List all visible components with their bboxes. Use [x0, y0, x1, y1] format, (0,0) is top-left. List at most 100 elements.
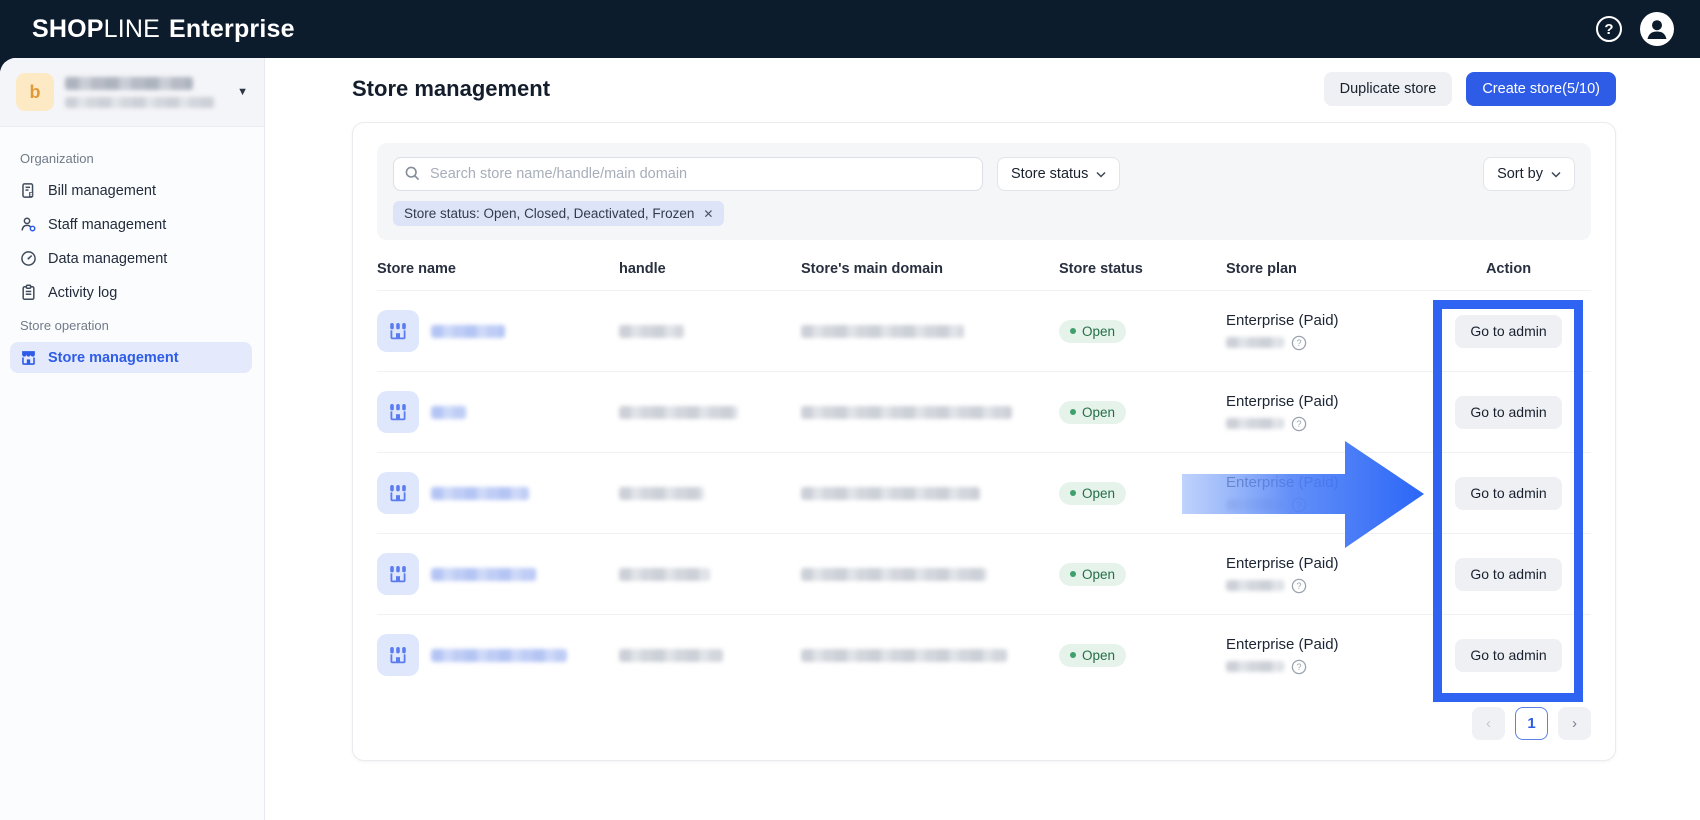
status-label: Open [1082, 405, 1115, 420]
table-row: Open Enterprise (Paid) ? Go to admin [377, 614, 1591, 695]
status-badge: Open [1059, 563, 1126, 586]
duplicate-store-button[interactable]: Duplicate store [1324, 72, 1453, 106]
sidebar-item-activity-log[interactable]: Activity log [10, 277, 252, 308]
domain-redacted [801, 325, 964, 338]
svg-text:?: ? [1296, 662, 1301, 672]
sidebar-nav: Organization Bill management [0, 127, 264, 376]
page-title: Store management [352, 76, 550, 102]
table-row: Open Enterprise (Paid) ? Go to admin [377, 533, 1591, 614]
pagination-prev-icon[interactable]: ‹ [1472, 707, 1505, 740]
store-list-card: Store status Sort by Store status: Open,… [352, 122, 1616, 761]
storefront-icon [20, 349, 37, 366]
sidebar-item-data-management[interactable]: Data management [10, 243, 252, 274]
sidebar-item-staff-management[interactable]: Staff management [10, 209, 252, 240]
staff-icon [20, 216, 37, 233]
org-name-redacted [65, 77, 222, 108]
caret-down-icon: ▼ [237, 86, 248, 98]
plan-help-icon[interactable]: ? [1291, 578, 1307, 594]
organization-switcher[interactable]: b ▼ [0, 58, 264, 127]
svg-text:?: ? [1296, 419, 1301, 429]
handle-redacted [619, 649, 723, 662]
store-name-redacted [431, 487, 529, 500]
sidebar-item-store-management[interactable]: Store management [10, 342, 252, 373]
help-circle-icon[interactable]: ? [1596, 16, 1622, 42]
status-label: Open [1082, 567, 1115, 582]
sort-by-dropdown-label: Sort by [1497, 166, 1543, 182]
search-box [393, 157, 983, 191]
chevron-down-icon [1551, 171, 1561, 178]
sidebar-item-label: Activity log [48, 285, 117, 301]
status-label: Open [1082, 648, 1115, 663]
store-logo-icon [377, 472, 419, 514]
plan-detail-redacted [1226, 580, 1284, 591]
pagination: ‹ 1 › [377, 707, 1591, 740]
status-dot [1070, 328, 1076, 334]
brand-suffix: Enterprise [169, 15, 295, 44]
plan-help-icon[interactable]: ? [1291, 659, 1307, 675]
brand-shop: SHOP [32, 15, 104, 44]
sidebar-item-bill-management[interactable]: Bill management [10, 175, 252, 206]
status-label: Open [1082, 486, 1115, 501]
plan-detail-redacted [1226, 661, 1284, 672]
status-badge: Open [1059, 401, 1126, 424]
column-action: Action [1426, 261, 1591, 277]
filter-chip-close-icon[interactable]: ✕ [703, 207, 713, 221]
go-to-admin-button[interactable]: Go to admin [1455, 477, 1561, 510]
column-store-status: Store status [1059, 261, 1226, 277]
pagination-page-1[interactable]: 1 [1515, 707, 1548, 740]
filter-bar: Store status Sort by Store status: Open,… [377, 143, 1591, 240]
store-logo-icon [377, 310, 419, 352]
user-avatar-icon[interactable] [1640, 12, 1674, 46]
go-to-admin-button[interactable]: Go to admin [1455, 315, 1561, 348]
search-input[interactable] [393, 157, 983, 191]
store-status-dropdown[interactable]: Store status [997, 157, 1120, 191]
status-label: Open [1082, 324, 1115, 339]
svg-text:?: ? [1296, 500, 1301, 510]
store-plan-label: Enterprise (Paid) [1226, 636, 1339, 653]
topbar: SHOPLINE Enterprise ? [0, 0, 1700, 58]
status-dot [1070, 490, 1076, 496]
create-store-button[interactable]: Create store(5/10) [1466, 72, 1616, 106]
storefront-glyph [386, 643, 410, 667]
sidebar-item-label: Store management [48, 350, 179, 366]
plan-help-icon[interactable]: ? [1291, 416, 1307, 432]
handle-redacted [619, 487, 704, 500]
storefront-glyph [386, 481, 410, 505]
store-status-dropdown-label: Store status [1011, 166, 1088, 182]
app-root: SHOPLINE Enterprise ? b ▼ [0, 0, 1700, 820]
brand-logo: SHOPLINE Enterprise [32, 15, 295, 44]
activity-log-icon [20, 284, 37, 301]
store-plan-label: Enterprise (Paid) [1226, 474, 1339, 491]
domain-redacted [801, 568, 987, 581]
plan-detail-redacted [1226, 337, 1284, 348]
go-to-admin-button[interactable]: Go to admin [1455, 396, 1561, 429]
status-dot [1070, 409, 1076, 415]
chevron-down-icon [1096, 171, 1106, 178]
plan-help-icon[interactable]: ? [1291, 497, 1307, 513]
page-header: Store management Duplicate store Create … [352, 72, 1616, 106]
pagination-next-icon[interactable]: › [1558, 707, 1591, 740]
nav-section-organization: Organization [20, 151, 252, 166]
nav-section-store-operation: Store operation [20, 318, 252, 333]
sidebar-item-label: Bill management [48, 183, 156, 199]
sort-by-dropdown[interactable]: Sort by [1483, 157, 1575, 191]
store-name-redacted [431, 568, 536, 581]
column-store-name: Store name [377, 261, 619, 277]
table-row: Open Enterprise (Paid) ? Go to admin [377, 452, 1591, 533]
go-to-admin-button[interactable]: Go to admin [1455, 558, 1561, 591]
bill-icon [20, 182, 37, 199]
search-icon [404, 165, 421, 182]
store-logo-icon [377, 634, 419, 676]
store-name-redacted [431, 406, 466, 419]
table-header-row: Store name handle Store's main domain St… [377, 248, 1591, 290]
store-name-redacted [431, 325, 505, 338]
plan-help-icon[interactable]: ? [1291, 335, 1307, 351]
status-badge: Open [1059, 320, 1126, 343]
status-badge: Open [1059, 482, 1126, 505]
content-shell: b ▼ Organization [0, 58, 1700, 820]
go-to-admin-button[interactable]: Go to admin [1455, 639, 1561, 672]
svg-text:?: ? [1296, 581, 1301, 591]
sidebar: b ▼ Organization [0, 58, 265, 820]
store-name-redacted [431, 649, 567, 662]
brand-line: LINE [104, 15, 160, 44]
